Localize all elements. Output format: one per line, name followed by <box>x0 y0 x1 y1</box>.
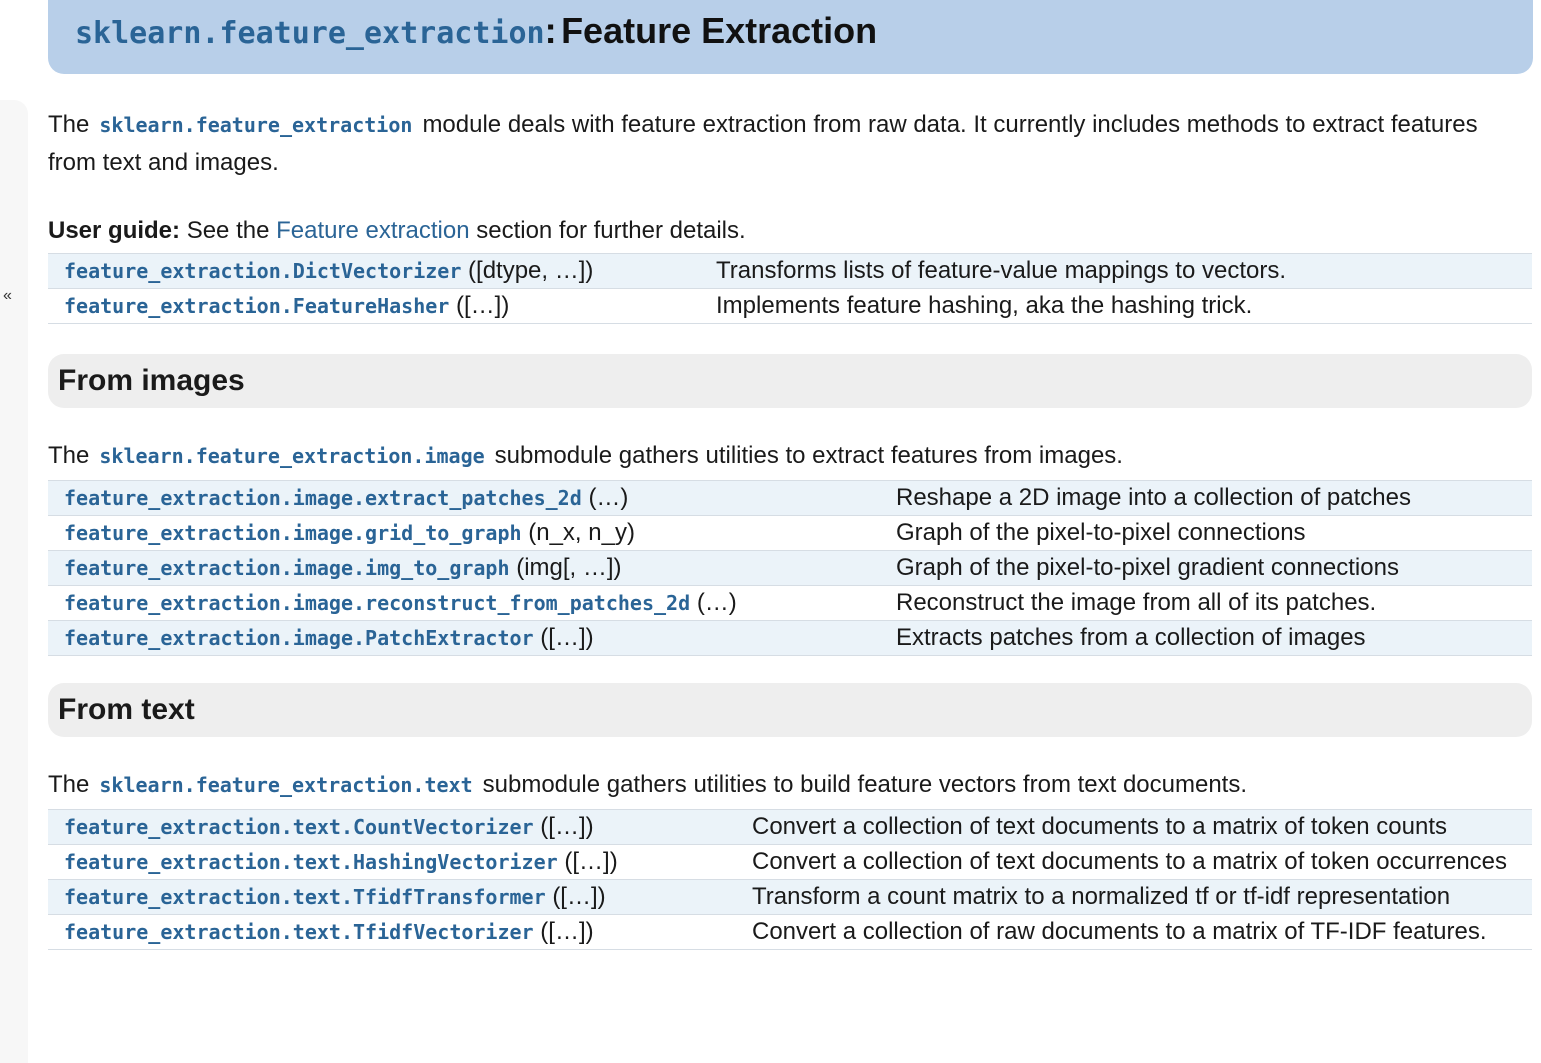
intro-module-name: sklearn.feature_extraction <box>99 113 413 137</box>
text-module-name: sklearn.feature_extraction.text <box>99 773 473 797</box>
text-api-table-block: feature_extraction.text.CountVectorizer … <box>48 809 1532 950</box>
feature-extraction-guide-link[interactable]: Feature extraction <box>276 217 469 244</box>
api-description: Transforms lists of feature-value mappin… <box>716 257 1286 284</box>
api-signature: (img[, …]) <box>516 554 622 581</box>
api-link-patchextractor[interactable]: feature_extraction.image.PatchExtractor <box>64 626 534 650</box>
images-intro-prefix: The <box>48 442 90 469</box>
page-title: Feature Extraction <box>561 10 878 51</box>
api-signature: (…) <box>588 484 629 511</box>
api-link-tfidfvectorizer[interactable]: feature_extraction.text.TfidfVectorizer <box>64 920 534 944</box>
main-api-table: feature_extraction.DictVectorizer ([dtyp… <box>48 253 1532 324</box>
api-description: Graph of the pixel-to-pixel connections <box>896 519 1306 546</box>
api-signature: ([…]) <box>540 624 594 651</box>
images-intro-text: submodule gathers utilities to extract f… <box>494 442 1123 469</box>
api-description: Implements feature hashing, aka the hash… <box>716 292 1253 319</box>
api-description: Reshape a 2D image into a collection of … <box>896 484 1411 511</box>
sidebar-collapse-toggle[interactable]: « <box>3 286 12 306</box>
api-signature: ([…]) <box>552 883 606 910</box>
api-description: Extracts patches from a collection of im… <box>896 624 1366 651</box>
page-title-module-link[interactable]: sklearn.feature_extraction <box>75 16 545 51</box>
images-api-table: feature_extraction.image.extract_patches… <box>48 480 1532 656</box>
api-description: Reconstruct the image from all of its pa… <box>896 589 1377 616</box>
images-api-table-block: feature_extraction.image.extract_patches… <box>48 480 1532 656</box>
api-link-grid-to-graph[interactable]: feature_extraction.image.grid_to_graph <box>64 521 522 545</box>
from-text-section: From text <box>48 683 1532 737</box>
api-link-featurehasher[interactable]: feature_extraction.FeatureHasher <box>64 294 449 318</box>
api-description: Graph of the pixel-to-pixel gradient con… <box>896 554 1399 581</box>
intro-paragraph: The sklearn.feature_extraction module deal… <box>48 106 1532 181</box>
page-title-bar: sklearn.feature_extraction: Feature Extr… <box>48 0 1533 74</box>
table-row: feature_extraction.image.extract_patches… <box>48 480 1532 516</box>
text-api-table: feature_extraction.text.CountVectorizer … <box>48 809 1532 950</box>
images-intro-paragraph: The sklearn.feature_extraction.image submo… <box>48 437 1532 475</box>
intro-block: The sklearn.feature_extraction module deal… <box>48 106 1532 181</box>
user-guide-paragraph: User guide: See the Feature extraction s… <box>48 212 1532 249</box>
table-row: feature_extraction.image.PatchExtractor … <box>48 620 1532 656</box>
api-link-tfidftransformer[interactable]: feature_extraction.text.TfidfTransformer <box>64 885 546 909</box>
table-row: feature_extraction.text.HashingVectorize… <box>48 844 1532 880</box>
text-intro-paragraph: The sklearn.feature_extraction.text submod… <box>48 766 1532 804</box>
api-signature: (n_x, n_y) <box>528 519 635 546</box>
images-intro-block: The sklearn.feature_extraction.image submo… <box>48 437 1532 475</box>
api-link-countvectorizer[interactable]: feature_extraction.text.CountVectorizer <box>64 815 534 839</box>
api-description: Convert a collection of raw documents to… <box>752 918 1487 945</box>
table-row: feature_extraction.text.TfidfVectorizer … <box>48 914 1532 950</box>
main-api-table-block: feature_extraction.DictVectorizer ([dtyp… <box>48 253 1532 324</box>
user-guide-label: User guide: <box>48 217 181 244</box>
api-link-reconstruct-from-patches-2d[interactable]: feature_extraction.image.reconstruct_fro… <box>64 591 690 615</box>
table-row: feature_extraction.image.img_to_graph (i… <box>48 550 1532 586</box>
text-intro-block: The sklearn.feature_extraction.text submod… <box>48 766 1532 804</box>
api-signature: ([…]) <box>540 918 594 945</box>
api-description: Convert a collection of text documents t… <box>752 813 1448 840</box>
images-module-name: sklearn.feature_extraction.image <box>99 444 485 468</box>
table-row: feature_extraction.DictVectorizer ([dtyp… <box>48 253 1532 289</box>
api-description: Transform a count matrix to a normalized… <box>752 883 1451 910</box>
api-signature: ([dtype, …]) <box>468 257 594 284</box>
api-link-hashingvectorizer[interactable]: feature_extraction.text.HashingVectorize… <box>64 850 558 874</box>
api-signature: ([…]) <box>540 813 594 840</box>
api-signature: ([…]) <box>564 848 618 875</box>
api-signature: (…) <box>696 589 737 616</box>
text-intro-text: submodule gathers utilities to build fea… <box>482 771 1248 798</box>
table-row: feature_extraction.image.grid_to_graph (… <box>48 515 1532 551</box>
text-intro-prefix: The <box>48 771 90 798</box>
api-link-extract-patches-2d[interactable]: feature_extraction.image.extract_patches… <box>64 486 582 510</box>
table-row: feature_extraction.image.reconstruct_fro… <box>48 585 1532 621</box>
intro-prefix: The <box>48 111 90 138</box>
table-row: feature_extraction.FeatureHasher ([…]) I… <box>48 288 1532 324</box>
table-row: feature_extraction.text.CountVectorizer … <box>48 809 1532 845</box>
api-link-img-to-graph[interactable]: feature_extraction.image.img_to_graph <box>64 556 510 580</box>
section-heading-from-images: From images <box>48 354 1532 408</box>
doc-page: « sklearn.feature_extraction: Feature Ex… <box>0 0 1541 1063</box>
section-heading-from-text: From text <box>48 683 1532 737</box>
from-images-section: From images <box>48 354 1532 408</box>
user-guide-block: User guide: See the Feature extraction s… <box>48 212 1532 249</box>
table-row: feature_extraction.text.TfidfTransformer… <box>48 879 1532 915</box>
page-title-separator: : <box>544 10 557 51</box>
api-description: Convert a collection of text documents t… <box>752 848 1508 875</box>
user-guide-before: See the <box>186 217 270 244</box>
sidebar-edge <box>0 100 28 1063</box>
api-signature: ([…]) <box>455 292 510 319</box>
api-link-dictvectorizer[interactable]: feature_extraction.DictVectorizer <box>64 259 461 283</box>
user-guide-after: section for further details. <box>476 217 746 244</box>
